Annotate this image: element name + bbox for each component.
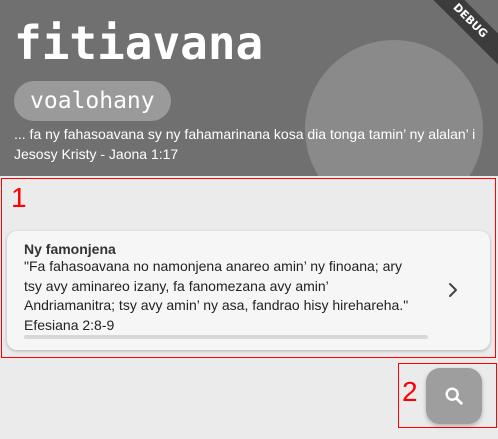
- card-progress-bar: [24, 335, 428, 339]
- annotation-number-2: 2: [402, 376, 418, 407]
- search-button[interactable]: [426, 368, 482, 424]
- header-verse-line-2: Jesosy Kristy - Jaona 1:17: [14, 146, 179, 162]
- card-title: Ny famonjena: [24, 241, 116, 257]
- salvation-card[interactable]: Ny famonjena "Fa fahasoavana no namonjen…: [7, 231, 490, 350]
- chevron-right-icon[interactable]: [443, 280, 463, 300]
- card-body-line: Andriamanitra; tsy avy amin’ ny asa, fan…: [24, 297, 409, 313]
- page-title: fitiavana: [14, 16, 264, 70]
- card-body: "Fa fahasoavana no namonjena anareo amin…: [24, 257, 424, 335]
- card-body-line: "Fa fahasoavana no namonjena anareo amin…: [24, 258, 403, 274]
- search-icon: [445, 387, 463, 405]
- card-reference: Efesiana 2:8-9: [24, 316, 115, 333]
- card-body-line: tsy avy aminareo izany, fa fanomezana av…: [24, 277, 329, 294]
- header-verse-line-1: ... fa ny fahasoavana sy ny fahamarinana…: [14, 126, 476, 142]
- header-verse: ... fa ny fahasoavana sy ny fahamarinana…: [14, 124, 494, 164]
- subtitle-chip[interactable]: voalohany: [14, 81, 171, 121]
- app-header: fitiavana voalohany ... fa ny fahasoavan…: [0, 0, 498, 176]
- annotation-number-1: 1: [11, 182, 27, 213]
